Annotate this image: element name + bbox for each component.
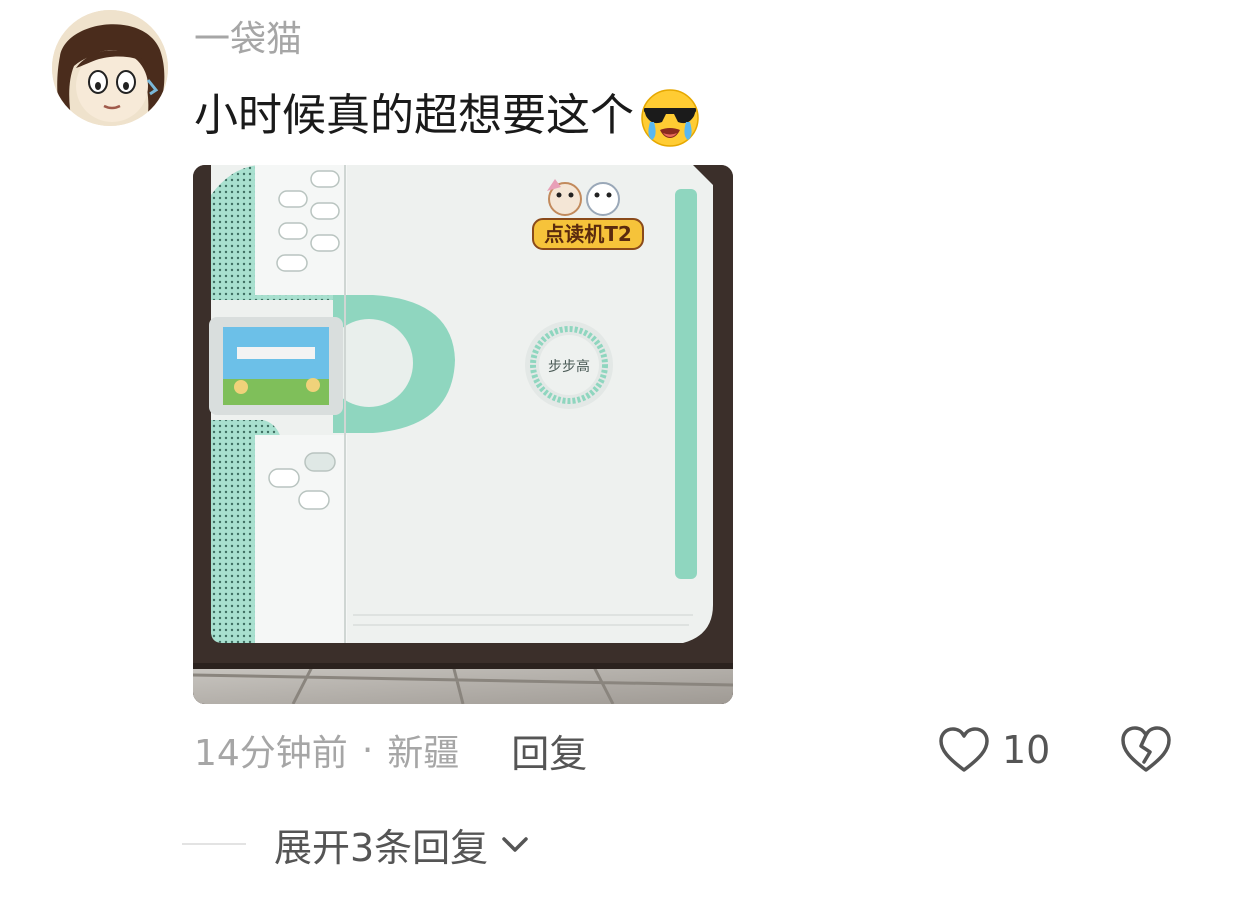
expand-replies-label[interactable]: 展开3条回复	[274, 817, 488, 872]
comment-item: 一袋猫 小时候真的超想要这个 步步高 点读机T2 14分钟前 · 新疆 回复 1…	[0, 0, 1236, 907]
device-photo-image: 步步高 点读机T2	[193, 165, 733, 704]
like-count: 10	[1002, 728, 1051, 772]
heart-outline-icon[interactable]	[938, 726, 990, 774]
comment-photo[interactable]: 步步高 点读机T2	[193, 165, 733, 704]
comment-meta: 14分钟前 · 新疆 回复	[194, 722, 587, 778]
broken-heart-icon[interactable]	[1120, 724, 1172, 774]
comment-text: 小时候真的超想要这个	[194, 84, 702, 148]
crying-sunglasses-emoji-icon	[638, 84, 702, 148]
divider-line	[182, 843, 246, 845]
avatar-image	[52, 10, 168, 126]
meta-separator: ·	[361, 729, 374, 771]
comment-body: 小时候真的超想要这个	[194, 90, 634, 141]
location: 新疆	[387, 733, 460, 774]
expand-replies-button[interactable]: 展开3条回复	[182, 816, 532, 872]
sticker-label: 点读机T2	[544, 222, 632, 246]
like-button[interactable]: 10	[938, 722, 1050, 778]
brand-label: 步步高	[548, 358, 590, 375]
reply-button[interactable]: 回复	[511, 723, 587, 778]
avatar[interactable]	[52, 10, 168, 126]
chevron-down-icon[interactable]	[498, 832, 532, 856]
username[interactable]: 一袋猫	[194, 18, 302, 62]
dislike-button[interactable]	[1120, 724, 1172, 774]
timestamp: 14分钟前	[194, 733, 348, 774]
